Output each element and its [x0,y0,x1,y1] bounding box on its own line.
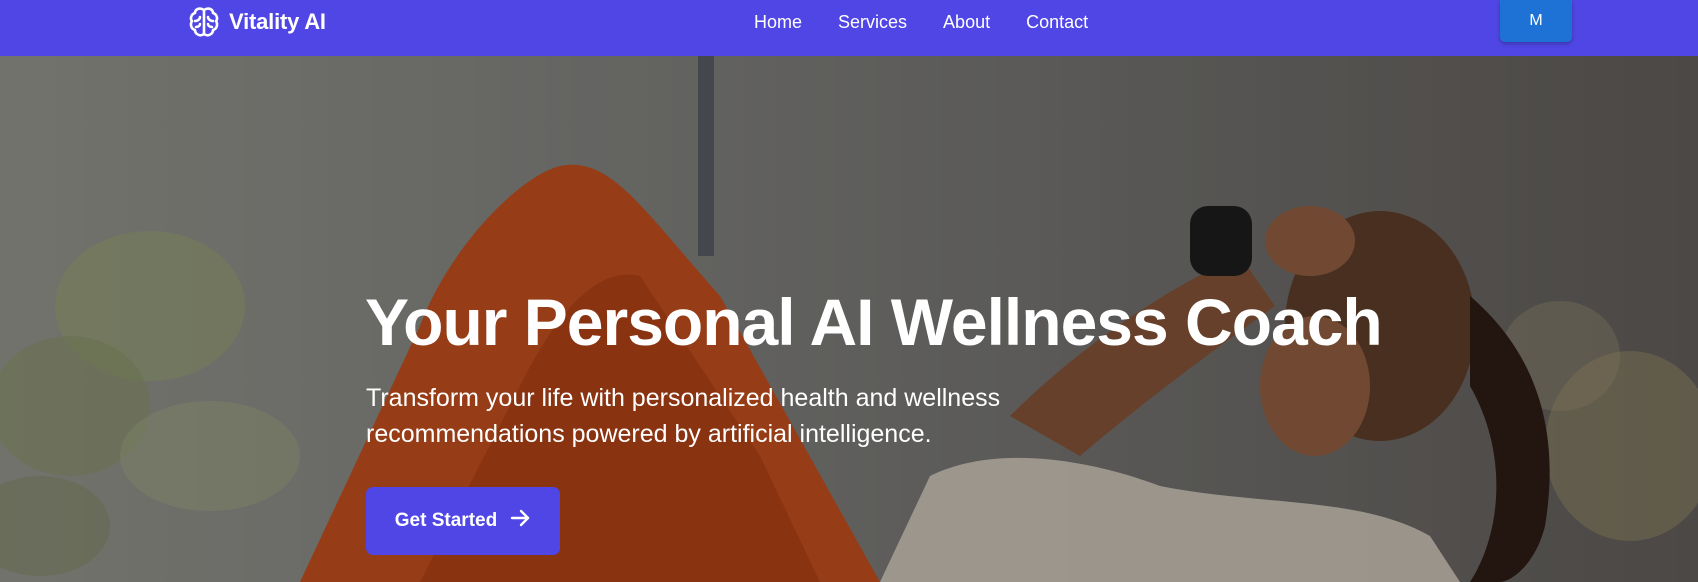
nav-link-about[interactable]: About [943,12,990,33]
brand-logo[interactable]: Vitality AI [187,4,326,40]
get-started-label: Get Started [394,510,498,531]
arrow-right-icon [509,507,531,535]
nav-link-services[interactable]: Services [838,12,907,33]
main-nav: Home Services About Contact [754,0,1088,44]
top-navbar: Vitality AI Home Services About Contact … [0,0,1698,56]
brain-icon [187,5,221,39]
nav-link-home[interactable]: Home [754,12,802,33]
hero-section: Your Personal AI Wellness Coach Transfor… [0,56,1698,582]
hero-subtitle: Transform your life with personalized he… [366,384,1001,448]
brand-name: Vitality AI [229,9,326,34]
hero-title: Your Personal AI Wellness Coach [365,285,1383,359]
user-menu-button[interactable]: M [1500,0,1572,42]
nav-link-contact[interactable]: Contact [1026,12,1088,33]
get-started-button[interactable]: Get Started [366,487,560,555]
